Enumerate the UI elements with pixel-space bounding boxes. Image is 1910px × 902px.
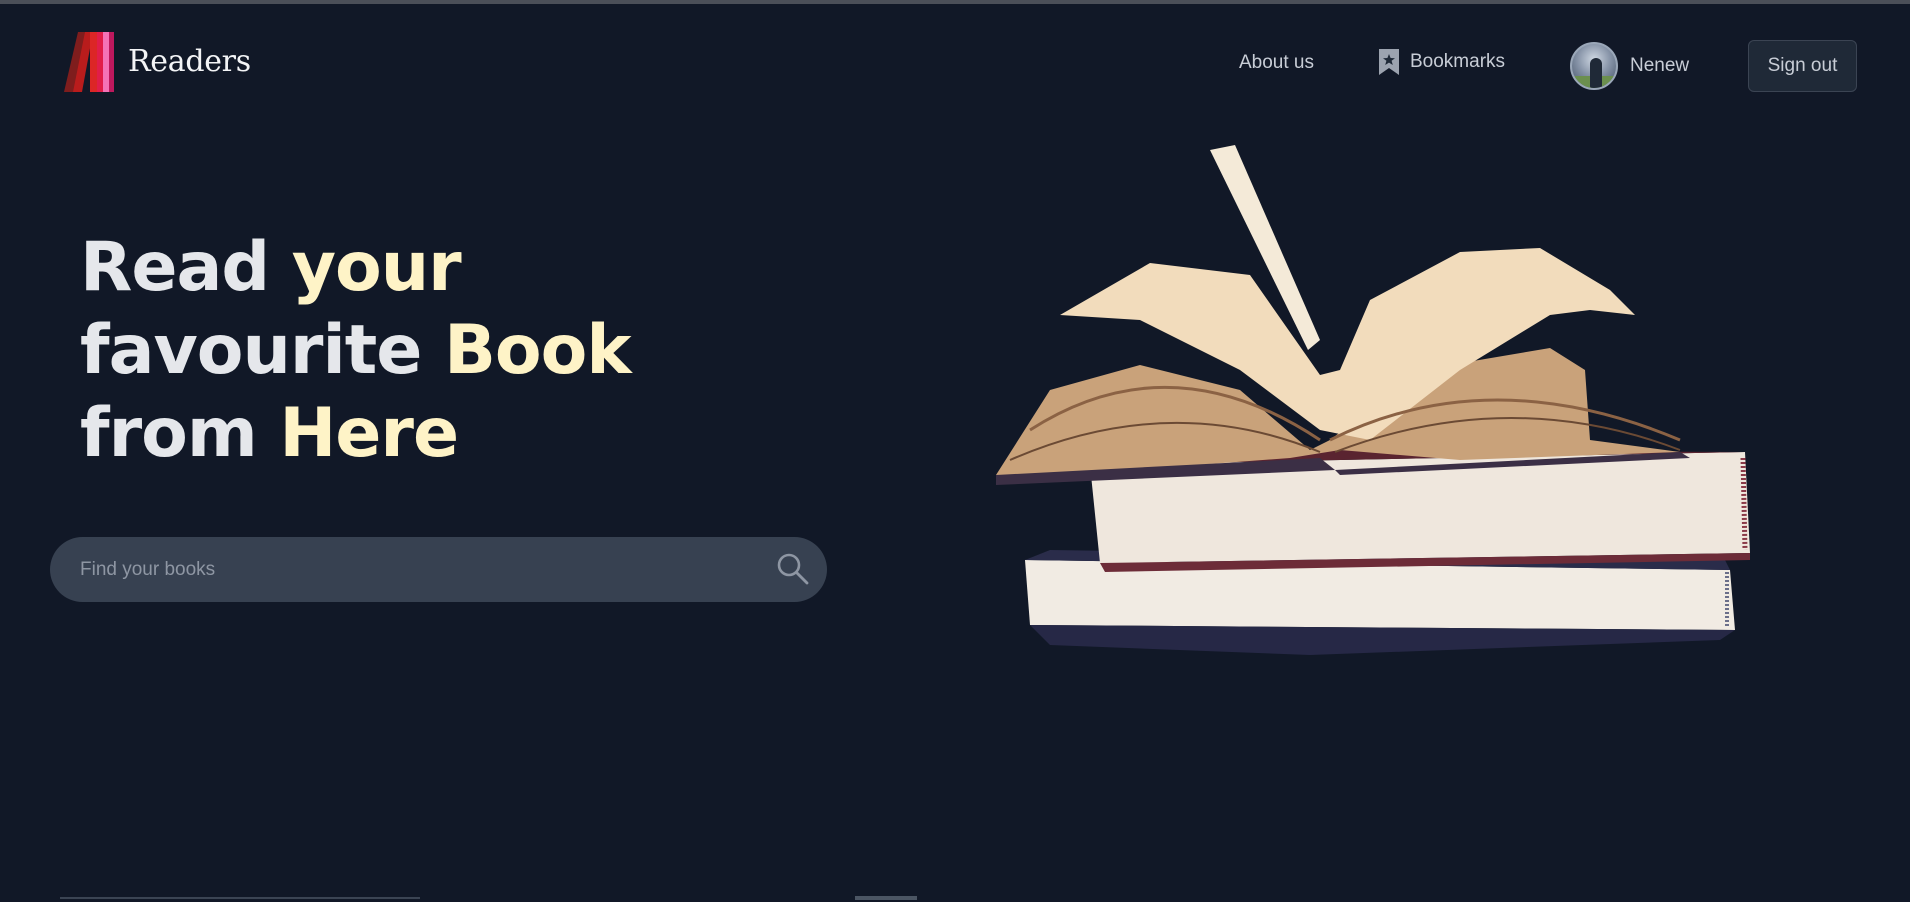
hero-text: from <box>80 394 280 473</box>
hero-heading: Read your favourite Book from Here <box>80 226 632 475</box>
search-input[interactable] <box>80 537 740 602</box>
hero-line-1: Read your <box>80 226 631 309</box>
nav-about-us[interactable]: About us <box>1239 52 1314 74</box>
hero-highlight: Book <box>444 311 631 390</box>
user-profile[interactable]: Nenew <box>1570 42 1689 90</box>
brand-logo-link[interactable]: Readers <box>62 30 251 92</box>
nav-bookmarks[interactable]: Bookmarks <box>1378 48 1505 76</box>
hero-highlight: your <box>291 228 462 307</box>
search-bar <box>50 537 827 602</box>
bookmark-icon <box>1379 49 1399 75</box>
nav-bookmarks-label: Bookmarks <box>1410 51 1506 72</box>
hero-highlight: Here <box>279 394 459 473</box>
hero-text: Read <box>80 228 292 307</box>
user-name: Nenew <box>1630 55 1690 76</box>
hero-line-2: favourite Book <box>80 309 632 392</box>
avatar <box>1570 42 1618 90</box>
books-spine-logo-icon <box>64 32 114 92</box>
bottom-divider <box>60 897 420 899</box>
sign-out-button[interactable]: Sign out <box>1748 40 1857 92</box>
books-stack-illustration <box>996 145 1750 655</box>
brand-name: Readers <box>128 43 251 79</box>
navbar: Readers About us Bookmarks Nenew Sign ou… <box>0 4 1910 120</box>
hero-text: favourite <box>80 311 445 390</box>
hero-line-3: from Here <box>80 392 631 475</box>
scroll-indicator <box>855 896 917 900</box>
search-icon[interactable] <box>776 552 810 586</box>
